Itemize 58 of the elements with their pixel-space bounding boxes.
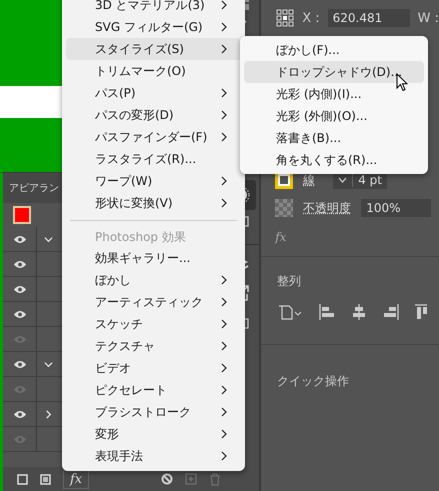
x-field[interactable]: 620.481 bbox=[328, 9, 410, 27]
eye-icon[interactable] bbox=[12, 234, 26, 244]
align-left-icon[interactable] bbox=[319, 304, 336, 320]
menu-item[interactable]: 変形 bbox=[66, 423, 241, 445]
menu-item[interactable]: 光彩 (内側)(I)... bbox=[244, 83, 424, 105]
menu-item[interactable]: 落書き(B)... bbox=[244, 127, 424, 149]
fill-swatch[interactable] bbox=[13, 206, 31, 224]
reference-point-icon[interactable] bbox=[276, 9, 294, 27]
menu-item[interactable]: ぼかし(F)... bbox=[244, 39, 424, 61]
chevron-icon[interactable] bbox=[44, 234, 52, 244]
eye-icon[interactable] bbox=[12, 284, 26, 294]
add-icon[interactable] bbox=[185, 473, 198, 485]
square-icon[interactable] bbox=[40, 474, 51, 484]
align-right-icon[interactable] bbox=[383, 304, 400, 320]
eye-icon[interactable] bbox=[12, 310, 26, 318]
chevron-icon[interactable] bbox=[44, 360, 52, 368]
menu-item[interactable]: アーティスティック bbox=[66, 291, 241, 313]
section-title: 整列 bbox=[276, 273, 302, 290]
menu-item[interactable]: ドロップシャドウ(D)... bbox=[244, 61, 424, 83]
eye-icon[interactable] bbox=[12, 360, 26, 368]
menu-item[interactable]: パス(P) bbox=[66, 82, 241, 104]
align-to-icon[interactable] bbox=[277, 304, 304, 320]
opacity-label[interactable]: 不透明度 bbox=[303, 200, 352, 216]
menu-item[interactable]: 光彩 (外側)(O)... bbox=[244, 105, 424, 127]
menu-item[interactable]: 表現手法 bbox=[66, 445, 241, 467]
menu-item[interactable]: スケッチ bbox=[66, 313, 241, 335]
square-icon[interactable] bbox=[17, 474, 28, 484]
menu-item[interactable]: ビデオ bbox=[66, 357, 241, 379]
trash-icon[interactable] bbox=[209, 472, 222, 486]
align-top-icon[interactable] bbox=[415, 304, 428, 320]
menu-item[interactable]: ピクセレート bbox=[66, 379, 241, 401]
eye-icon[interactable] bbox=[12, 260, 26, 268]
opacity-swatch[interactable] bbox=[275, 199, 294, 217]
menu-item[interactable]: 形状に変換(V) bbox=[66, 192, 241, 214]
menu-item[interactable]: ブラシストローク bbox=[66, 401, 241, 423]
menu-item[interactable]: パスの変形(D) bbox=[66, 104, 241, 126]
opacity-field[interactable]: 100% bbox=[361, 199, 432, 217]
panel-title: アピアラン bbox=[9, 182, 59, 195]
stroke-label[interactable]: 線 bbox=[303, 172, 316, 188]
menu-item[interactable]: 効果ギャラリー... bbox=[66, 247, 241, 269]
menu-item[interactable]: ワープ(W) bbox=[66, 170, 241, 192]
menu-item[interactable]: ぼかし bbox=[66, 269, 241, 291]
menu-item[interactable]: 角を丸くする(R)... bbox=[244, 149, 424, 171]
align-center-icon[interactable] bbox=[351, 304, 368, 320]
x-label: X : bbox=[302, 10, 320, 26]
prohibit-icon[interactable] bbox=[161, 473, 174, 485]
chevron-icon[interactable] bbox=[44, 410, 52, 418]
section-title: クイック操作 bbox=[276, 373, 350, 390]
menu-item[interactable]: パスファインダー(F) bbox=[66, 126, 241, 148]
w-label: W : bbox=[418, 10, 439, 26]
chevron-icon[interactable] bbox=[338, 177, 348, 183]
menu-item[interactable]: トリムマーク(O) bbox=[66, 60, 241, 82]
menu-item[interactable]: SVG フィルター(G) bbox=[66, 16, 241, 38]
menu-item[interactable]: ラスタライズ(R)... bbox=[66, 148, 241, 170]
menu-section-header: Photoshop 効果 bbox=[94, 228, 187, 246]
menu-item[interactable]: テクスチャ bbox=[66, 335, 241, 357]
eye-icon[interactable] bbox=[12, 410, 26, 418]
menu-item[interactable]: スタイライズ(S) bbox=[66, 38, 241, 60]
